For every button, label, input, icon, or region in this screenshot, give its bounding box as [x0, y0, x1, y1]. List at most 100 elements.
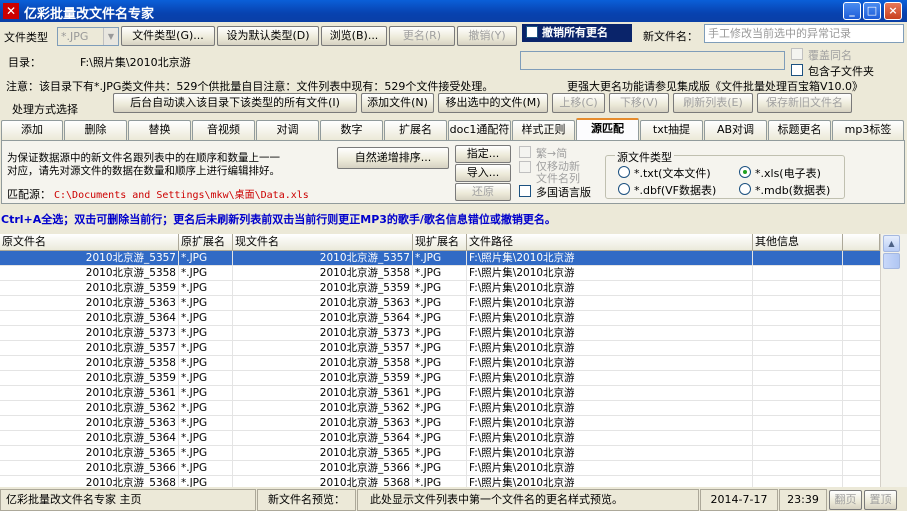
browse-button[interactable]: 浏览(B)...	[321, 26, 387, 46]
title-bar[interactable]: ✕ 亿彩批量改文件名专家 _ □ ×	[0, 0, 907, 22]
tab-delete[interactable]: 删除	[64, 120, 127, 140]
col-header-orig-ext[interactable]: 原扩展名	[179, 234, 233, 251]
cell-orig-ext: *.JPG	[179, 446, 233, 461]
flip-page-button[interactable]: 翻页	[829, 490, 862, 510]
cell-orig-ext: *.JPG	[179, 266, 233, 281]
col-header-new-ext[interactable]: 现扩展名	[413, 234, 467, 251]
source-dbf-radio[interactable]	[618, 183, 630, 195]
close-button[interactable]: ×	[884, 2, 902, 20]
col-header-orig-name[interactable]: 原文件名	[0, 234, 179, 251]
tab-title-rename[interactable]: 标题更名	[768, 120, 831, 140]
match-source-label: 匹配源：	[7, 188, 51, 201]
cell-new-name: 2010北京游_5362	[233, 401, 413, 416]
tab-source-match[interactable]: 源匹配	[576, 118, 639, 141]
maximize-button[interactable]: □	[863, 2, 881, 20]
refresh-list-button[interactable]: 刷新列表(E)	[673, 93, 753, 113]
cell-other	[753, 311, 843, 326]
source-xls-label: *.xls(电子表)	[755, 167, 821, 180]
import-button[interactable]: 导入...	[455, 164, 511, 182]
pin-top-button[interactable]: 置顶	[864, 490, 897, 510]
file-list[interactable]: 2010北京游_5357 *.JPG 2010北京游_5357 *.JPG F:\照片集…	[0, 251, 880, 487]
cell-orig-ext: *.JPG	[179, 341, 233, 356]
natural-sort-button[interactable]: 自然递增排序...	[337, 147, 449, 169]
tab-mp3-tag[interactable]: mp3标签	[832, 120, 904, 140]
table-row[interactable]: 2010北京游_5366 *.JPG 2010北京游_5366 *.JPG F:\照片集…	[0, 461, 880, 476]
dir-value: F:\照片集\2010北京游	[80, 56, 191, 69]
table-row[interactable]: 2010北京游_5365 *.JPG 2010北京游_5365 *.JPG F:\照片集…	[0, 446, 880, 461]
col-header-other[interactable]: 其他信息	[753, 234, 843, 251]
cell-orig-ext: *.JPG	[179, 416, 233, 431]
vertical-scrollbar[interactable]: ▲	[880, 234, 907, 487]
table-row[interactable]: 2010北京游_5359 *.JPG 2010北京游_5359 *.JPG F:\照片集…	[0, 371, 880, 386]
move-down-button[interactable]: 下移(V)	[609, 93, 669, 113]
table-row[interactable]: 2010北京游_5368 *.JPG 2010北京游_5368 *.JPG F:\照片集…	[0, 476, 880, 487]
tab-audio-video[interactable]: 音视频	[192, 120, 255, 140]
table-row[interactable]: 2010北京游_5361 *.JPG 2010北京游_5361 *.JPG F:\照片集…	[0, 386, 880, 401]
source-mdb-radio[interactable]	[739, 183, 751, 195]
undo-all-checkbox[interactable]	[526, 26, 538, 38]
rename-button[interactable]: 更名(R)	[389, 26, 455, 46]
cell-new-name: 2010北京游_5358	[233, 356, 413, 371]
file-count-note: 注意：该目录下有*.JPG类文件共：529个供批量自目注意：文件列表中现有：52…	[6, 80, 494, 93]
tab-swap[interactable]: 对调	[256, 120, 319, 140]
table-row[interactable]: 2010北京游_5358 *.JPG 2010北京游_5358 *.JPG F:\照片集…	[0, 266, 880, 281]
specify-button[interactable]: 指定...	[455, 145, 511, 163]
cell-new-ext: *.JPG	[413, 401, 467, 416]
save-names-button[interactable]: 保存新旧文件名	[757, 93, 852, 113]
chevron-down-icon[interactable]: ▼	[103, 28, 118, 45]
cell-new-ext: *.JPG	[413, 341, 467, 356]
table-row[interactable]: 2010北京游_5363 *.JPG 2010北京游_5363 *.JPG F:\照片集…	[0, 416, 880, 431]
tab-txt-extract[interactable]: txt抽提	[640, 120, 703, 140]
add-file-button[interactable]: 添加文件(N)	[361, 93, 434, 113]
tab-replace[interactable]: 替换	[128, 120, 191, 140]
cell-orig-ext: *.JPG	[179, 386, 233, 401]
cell-orig-name: 2010北京游_5357	[0, 341, 179, 356]
source-txt-radio[interactable]	[618, 166, 630, 178]
filetype-select[interactable]: *.JPG ▼	[57, 27, 119, 46]
set-default-type-button[interactable]: 设为默认类型(D)	[217, 26, 319, 46]
progress-field	[520, 51, 785, 70]
autoload-button[interactable]: 后台自动读入该目录下该类型的所有文件(I)	[113, 93, 357, 113]
newname-input[interactable]: 手工修改当前选中的异常记录	[704, 24, 904, 43]
table-row[interactable]: 2010北京游_5357 *.JPG 2010北京游_5357 *.JPG F:\照片集…	[0, 341, 880, 356]
multilang-checkbox[interactable]	[519, 185, 531, 197]
table-row[interactable]: 2010北京游_5357 *.JPG 2010北京游_5357 *.JPG F:\照片集…	[0, 251, 880, 266]
remove-selected-button[interactable]: 移出选中的文件(M)	[438, 93, 548, 113]
table-row[interactable]: 2010北京游_5358 *.JPG 2010北京游_5358 *.JPG F:\照片集…	[0, 356, 880, 371]
cell-path: F:\照片集\2010北京游	[467, 476, 753, 487]
col-header-filler	[843, 234, 880, 251]
table-row[interactable]: 2010北京游_5359 *.JPG 2010北京游_5359 *.JPG F:\照片集…	[0, 281, 880, 296]
undo-button[interactable]: 撤销(Y)	[457, 26, 517, 46]
move-up-button[interactable]: 上移(C)	[552, 93, 605, 113]
tab-extension[interactable]: 扩展名	[384, 120, 447, 140]
subfolder-checkbox[interactable]	[791, 64, 803, 76]
scroll-thumb[interactable]	[883, 253, 900, 269]
cell-orig-ext: *.JPG	[179, 371, 233, 386]
table-row[interactable]: 2010北京游_5362 *.JPG 2010北京游_5362 *.JPG F:\照片集…	[0, 401, 880, 416]
table-row[interactable]: 2010北京游_5373 *.JPG 2010北京游_5373 *.JPG F:\照片集…	[0, 326, 880, 341]
tab-wildcard[interactable]: doc1通配符	[448, 120, 511, 140]
scroll-up-icon[interactable]: ▲	[883, 235, 900, 252]
col-header-new-name[interactable]: 现文件名	[233, 234, 413, 251]
cell-orig-name: 2010北京游_5366	[0, 461, 179, 476]
minimize-button[interactable]: _	[843, 2, 861, 20]
filetype-button[interactable]: 文件类型(G)...	[121, 26, 215, 46]
source-xls-radio[interactable]	[739, 166, 751, 178]
cell-new-ext: *.JPG	[413, 416, 467, 431]
restore-button[interactable]: 还原	[455, 183, 511, 201]
overwrite-checkbox[interactable]	[791, 48, 803, 60]
table-row[interactable]: 2010北京游_5364 *.JPG 2010北京游_5364 *.JPG F:\照片集…	[0, 431, 880, 446]
move-only-checkbox[interactable]	[519, 161, 531, 173]
undo-all-toggle[interactable]: 撤销所有更名	[522, 24, 632, 42]
status-app[interactable]: 亿彩批量改文件名专家 主页	[0, 489, 256, 511]
tab-ab-swap[interactable]: AB对调	[704, 120, 767, 140]
tab-regex[interactable]: 样式正则	[512, 120, 575, 140]
status-time: 23:39	[779, 489, 827, 511]
tab-number[interactable]: 数字	[320, 120, 383, 140]
cell-other	[753, 416, 843, 431]
col-header-path[interactable]: 文件路径	[467, 234, 753, 251]
table-row[interactable]: 2010北京游_5363 *.JPG 2010北京游_5363 *.JPG F:\照片集…	[0, 296, 880, 311]
tab-add[interactable]: 添加	[1, 120, 63, 140]
table-row[interactable]: 2010北京游_5364 *.JPG 2010北京游_5364 *.JPG F:\照片集…	[0, 311, 880, 326]
trad-simp-checkbox[interactable]	[519, 146, 531, 158]
